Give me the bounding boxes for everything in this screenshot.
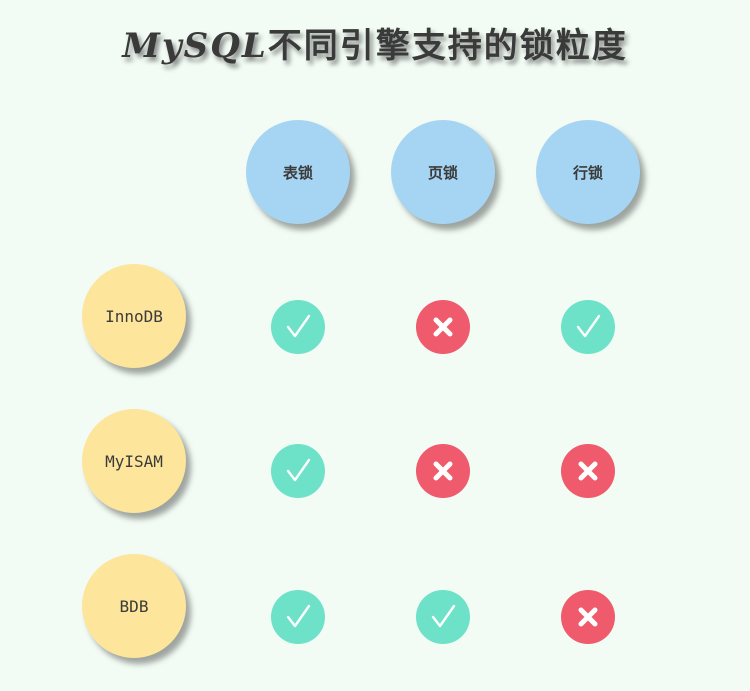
cell-bdb-row-lock bbox=[561, 590, 615, 644]
cell-innodb-table-lock bbox=[271, 300, 325, 354]
cell-innodb-page-lock bbox=[416, 300, 470, 354]
check-icon bbox=[428, 602, 458, 632]
title-chinese: 不同引擎支持的锁粒度 bbox=[267, 26, 628, 66]
row-header-innodb: InnoDB bbox=[82, 264, 186, 368]
column-header-table-lock: 表锁 bbox=[246, 120, 350, 224]
cell-myisam-row-lock bbox=[561, 444, 615, 498]
check-icon bbox=[283, 602, 313, 632]
row-header-myisam: MyISAM bbox=[82, 409, 186, 513]
diagram-title: MySQL不同引擎支持的锁粒度 bbox=[0, 18, 750, 67]
column-header-page-lock: 页锁 bbox=[391, 120, 495, 224]
cell-bdb-page-lock bbox=[416, 590, 470, 644]
check-icon bbox=[283, 456, 313, 486]
cross-icon bbox=[430, 314, 456, 340]
cell-innodb-row-lock bbox=[561, 300, 615, 354]
check-icon bbox=[573, 312, 603, 342]
cell-myisam-table-lock bbox=[271, 444, 325, 498]
check-icon bbox=[283, 312, 313, 342]
cross-icon bbox=[430, 458, 456, 484]
row-header-bdb: BDB bbox=[82, 554, 186, 658]
cross-icon bbox=[575, 604, 601, 630]
cross-icon bbox=[575, 458, 601, 484]
cell-myisam-page-lock bbox=[416, 444, 470, 498]
cell-bdb-table-lock bbox=[271, 590, 325, 644]
column-header-row-lock: 行锁 bbox=[536, 120, 640, 224]
title-latin: MySQL bbox=[122, 26, 268, 66]
